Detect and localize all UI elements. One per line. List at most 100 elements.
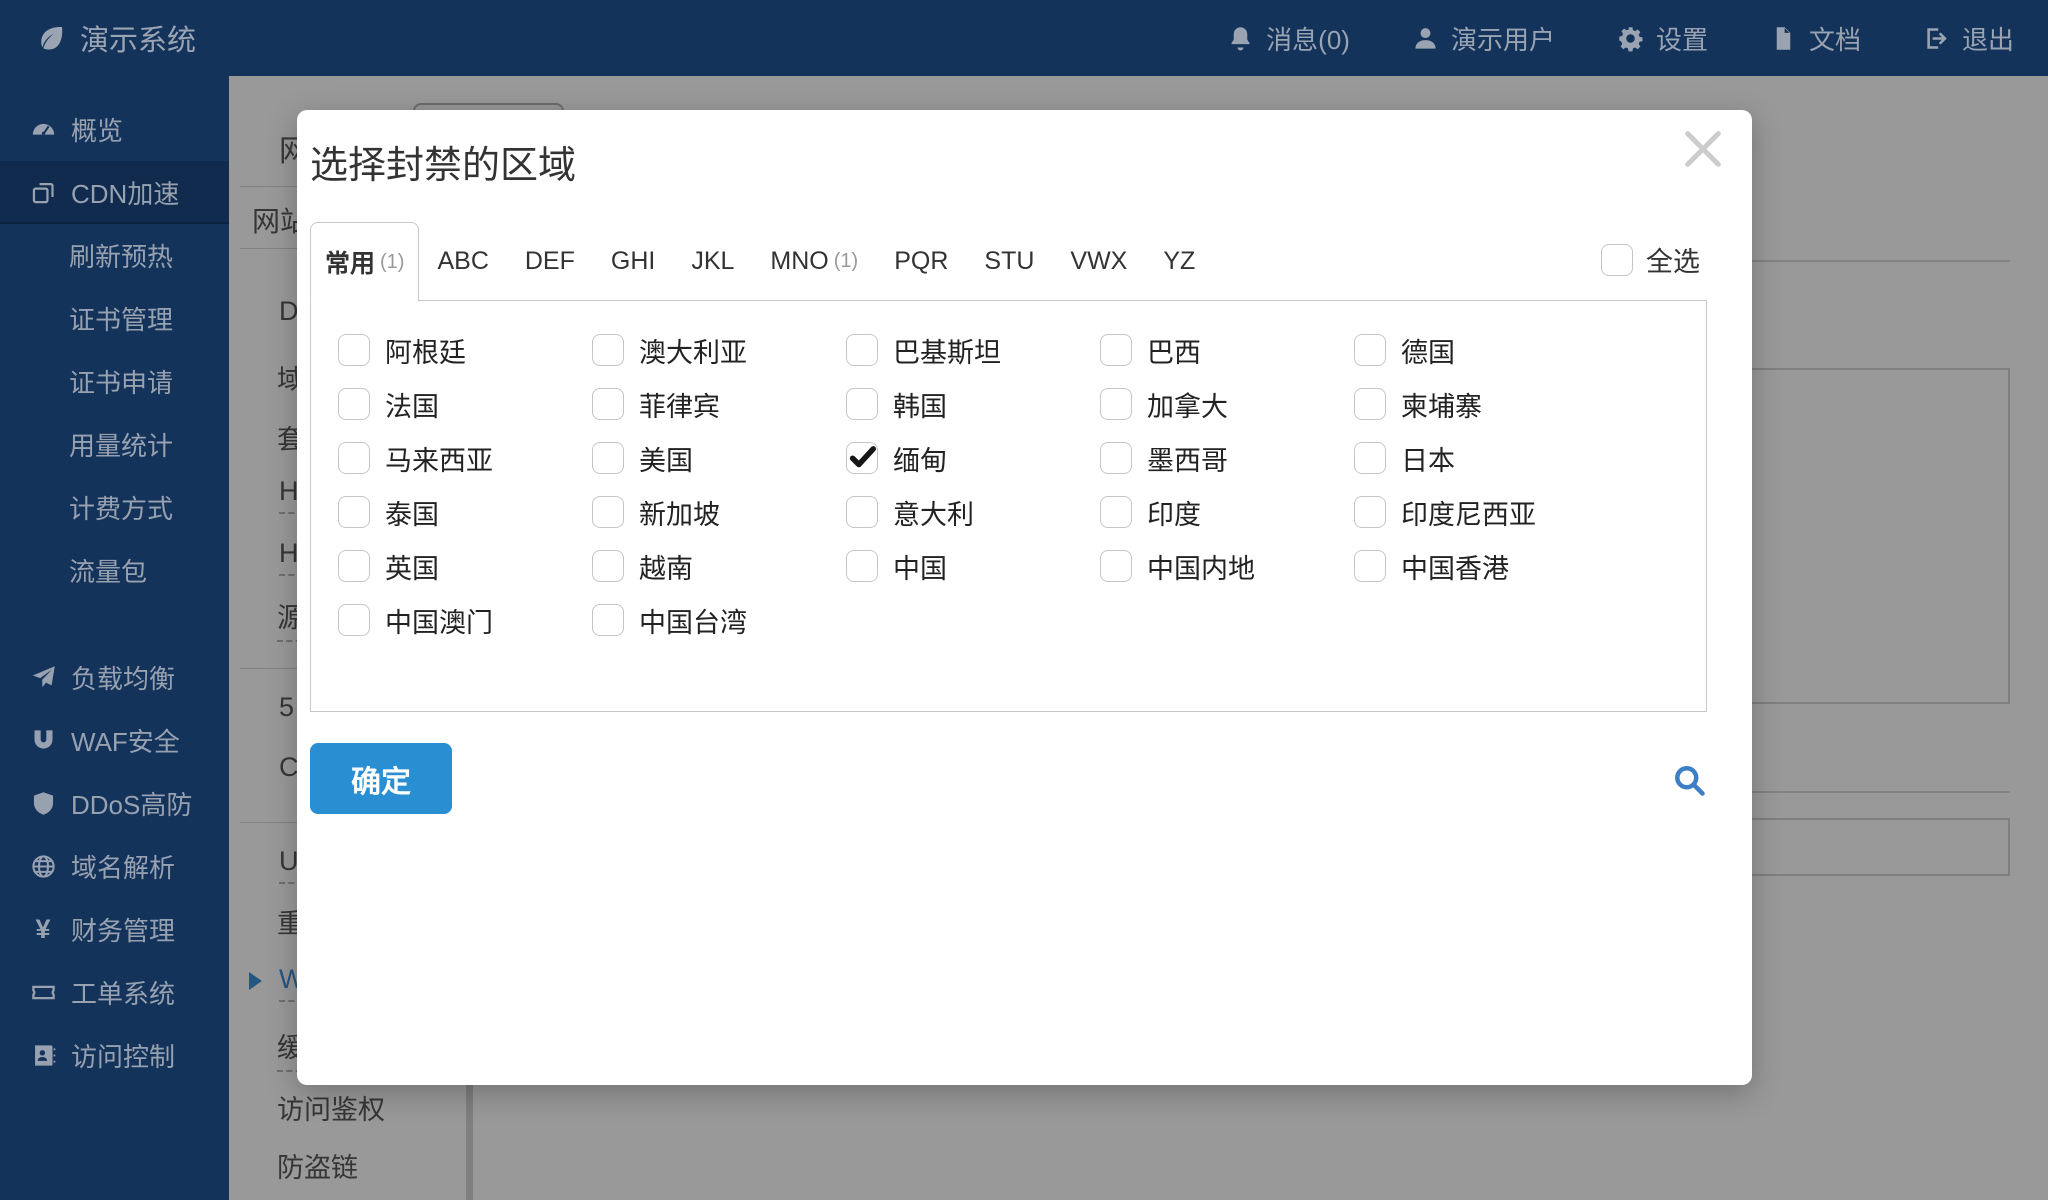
region-checkbox[interactable] bbox=[846, 550, 878, 582]
tab-DEF[interactable]: DEF bbox=[507, 222, 593, 301]
region-item-缅甸[interactable]: 缅甸 bbox=[846, 431, 1100, 485]
region-item-巴西[interactable]: 巴西 bbox=[1100, 323, 1354, 377]
sidebar-item-负载均衡[interactable]: 负载均衡 bbox=[0, 646, 229, 709]
sidebar-item-证书管理[interactable]: 证书管理 bbox=[0, 287, 229, 350]
region-checkbox[interactable] bbox=[846, 388, 878, 420]
region-item-菲律宾[interactable]: 菲律宾 bbox=[592, 377, 846, 431]
region-checkbox[interactable] bbox=[338, 442, 370, 474]
region-item-柬埔寨[interactable]: 柬埔寨 bbox=[1354, 377, 1608, 431]
top-navbar: 演示系统 消息(0) 演示用户 设置 文档 退出 bbox=[0, 0, 2048, 76]
region-item-意大利[interactable]: 意大利 bbox=[846, 485, 1100, 539]
region-checkbox[interactable] bbox=[1354, 496, 1386, 528]
region-checkbox[interactable] bbox=[846, 334, 878, 366]
region-item-巴基斯坦[interactable]: 巴基斯坦 bbox=[846, 323, 1100, 377]
region-label: 中国内地 bbox=[1147, 547, 1255, 586]
region-checkbox[interactable] bbox=[338, 388, 370, 420]
sidebar-item-工单系统[interactable]: 工单系统 bbox=[0, 961, 229, 1024]
sidebar-item-概览[interactable]: 概览 bbox=[0, 98, 229, 161]
close-icon[interactable] bbox=[1680, 126, 1726, 172]
confirm-button[interactable]: 确定 bbox=[310, 743, 452, 814]
select-all[interactable]: 全选 bbox=[1601, 240, 1700, 279]
region-checkbox[interactable] bbox=[1100, 442, 1132, 474]
region-checkbox[interactable] bbox=[592, 388, 624, 420]
region-checkbox[interactable] bbox=[338, 604, 370, 636]
tab-GHI[interactable]: GHI bbox=[593, 222, 673, 301]
region-checkbox[interactable] bbox=[592, 496, 624, 528]
sidebar-item-label: 负载均衡 bbox=[71, 659, 175, 696]
sidebar-item-DDoS高防[interactable]: DDoS高防 bbox=[0, 772, 229, 835]
region-checkbox[interactable] bbox=[338, 550, 370, 582]
tab-STU[interactable]: STU bbox=[966, 222, 1052, 301]
sidebar-item-label: 域名解析 bbox=[71, 848, 175, 885]
nav-item-4[interactable]: 文档 bbox=[1770, 20, 1861, 57]
region-checkbox[interactable] bbox=[338, 334, 370, 366]
nav-item-2[interactable]: 演示用户 bbox=[1412, 20, 1555, 57]
region-item-美国[interactable]: 美国 bbox=[592, 431, 846, 485]
region-checkbox-checked[interactable] bbox=[846, 442, 878, 474]
brand[interactable]: 演示系统 bbox=[0, 17, 196, 59]
region-checkbox[interactable] bbox=[1354, 550, 1386, 582]
tab-PQR[interactable]: PQR bbox=[876, 222, 966, 301]
tab-常用[interactable]: 常用(1) bbox=[310, 222, 419, 302]
search-icon[interactable] bbox=[1671, 762, 1707, 798]
sidebar-item-财务管理[interactable]: ¥财务管理 bbox=[0, 898, 229, 961]
nav-item-5[interactable]: 退出 bbox=[1923, 20, 2014, 57]
sidebar-item-label: 证书申请 bbox=[69, 363, 173, 400]
region-item-日本[interactable]: 日本 bbox=[1354, 431, 1608, 485]
region-checkbox[interactable] bbox=[1100, 496, 1132, 528]
tab-label: YZ bbox=[1163, 247, 1195, 276]
region-checkbox[interactable] bbox=[592, 442, 624, 474]
brand-name: 演示系统 bbox=[80, 17, 196, 59]
region-checkbox[interactable] bbox=[592, 334, 624, 366]
sidebar-item-刷新预热[interactable]: 刷新预热 bbox=[0, 224, 229, 287]
region-checkbox[interactable] bbox=[1354, 388, 1386, 420]
select-all-label: 全选 bbox=[1646, 240, 1700, 279]
region-item-马来西亚[interactable]: 马来西亚 bbox=[338, 431, 592, 485]
region-item-越南[interactable]: 越南 bbox=[592, 539, 846, 593]
region-item-泰国[interactable]: 泰国 bbox=[338, 485, 592, 539]
tab-JKL[interactable]: JKL bbox=[673, 222, 752, 301]
region-item-印度尼西亚[interactable]: 印度尼西亚 bbox=[1354, 485, 1608, 539]
select-all-checkbox[interactable] bbox=[1601, 244, 1633, 276]
region-item-加拿大[interactable]: 加拿大 bbox=[1100, 377, 1354, 431]
tab-VWX[interactable]: VWX bbox=[1052, 222, 1145, 301]
region-checkbox[interactable] bbox=[592, 604, 624, 636]
region-item-中国[interactable]: 中国 bbox=[846, 539, 1100, 593]
sidebar-item-访问控制[interactable]: 访问控制 bbox=[0, 1024, 229, 1087]
region-checkbox[interactable] bbox=[338, 496, 370, 528]
sidebar-item-流量包[interactable]: 流量包 bbox=[0, 539, 229, 602]
region-item-中国台湾[interactable]: 中国台湾 bbox=[592, 593, 846, 647]
region-item-英国[interactable]: 英国 bbox=[338, 539, 592, 593]
nav-item-3[interactable]: 设置 bbox=[1617, 20, 1708, 57]
tab-label: DEF bbox=[525, 247, 575, 276]
nav-item-1[interactable]: 消息(0) bbox=[1227, 20, 1350, 57]
region-checkbox[interactable] bbox=[1100, 550, 1132, 582]
region-checkbox[interactable] bbox=[1100, 388, 1132, 420]
region-item-新加坡[interactable]: 新加坡 bbox=[592, 485, 846, 539]
sidebar-item-CDN加速[interactable]: CDN加速 bbox=[0, 161, 229, 224]
region-item-中国内地[interactable]: 中国内地 bbox=[1100, 539, 1354, 593]
region-checkbox[interactable] bbox=[1100, 334, 1132, 366]
tab-ABC[interactable]: ABC bbox=[419, 222, 506, 301]
region-checkbox[interactable] bbox=[846, 496, 878, 528]
region-item-法国[interactable]: 法国 bbox=[338, 377, 592, 431]
region-item-韩国[interactable]: 韩国 bbox=[846, 377, 1100, 431]
region-item-印度[interactable]: 印度 bbox=[1100, 485, 1354, 539]
sidebar-item-计费方式[interactable]: 计费方式 bbox=[0, 476, 229, 539]
region-item-澳大利亚[interactable]: 澳大利亚 bbox=[592, 323, 846, 377]
region-item-墨西哥[interactable]: 墨西哥 bbox=[1100, 431, 1354, 485]
region-checkbox[interactable] bbox=[1354, 442, 1386, 474]
region-checkbox[interactable] bbox=[592, 550, 624, 582]
region-item-德国[interactable]: 德国 bbox=[1354, 323, 1608, 377]
sidebar-item-证书申请[interactable]: 证书申请 bbox=[0, 350, 229, 413]
region-item-中国澳门[interactable]: 中国澳门 bbox=[338, 593, 592, 647]
tab-MNO[interactable]: MNO(1) bbox=[752, 222, 876, 301]
region-item-阿根廷[interactable]: 阿根廷 bbox=[338, 323, 592, 377]
tab-YZ[interactable]: YZ bbox=[1145, 222, 1213, 301]
sidebar-item-WAF安全[interactable]: WAF安全 bbox=[0, 709, 229, 772]
region-checkbox[interactable] bbox=[1354, 334, 1386, 366]
region-label: 马来西亚 bbox=[385, 439, 493, 478]
sidebar-item-用量统计[interactable]: 用量统计 bbox=[0, 413, 229, 476]
sidebar-item-域名解析[interactable]: 域名解析 bbox=[0, 835, 229, 898]
region-item-中国香港[interactable]: 中国香港 bbox=[1354, 539, 1608, 593]
